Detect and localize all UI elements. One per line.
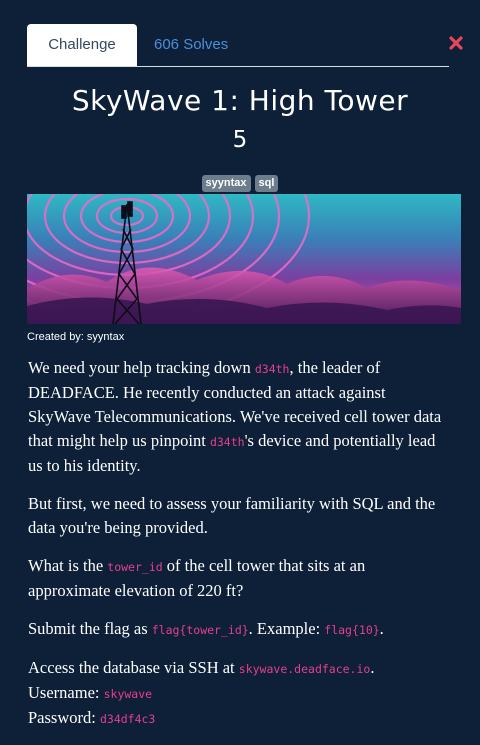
inline-code: flag{tower_id}	[151, 623, 249, 637]
challenge-title: SkyWave 1: High Tower	[71, 84, 409, 117]
inline-code: d34th	[254, 362, 290, 376]
description-paragraph: Access the database via SSH at skywave.d…	[28, 658, 375, 727]
description-paragraph: But first, we need to assess your famili…	[28, 494, 436, 537]
tag-list: syyntax sql	[0, 175, 480, 192]
close-icon[interactable]	[449, 36, 463, 50]
challenge-description: We need your help tracking down d34th, t…	[28, 356, 448, 745]
challenge-points: 5	[232, 127, 248, 153]
description-paragraph: We need your help tracking down d34th, t…	[28, 358, 442, 475]
challenge-banner-image	[27, 194, 461, 324]
description-paragraph: What is the tower_id of the cell tower t…	[28, 556, 366, 600]
description-paragraph: Submit the flag as flag{tower_id}. Examp…	[28, 619, 384, 638]
ssh-host: skywave.deadface.io	[238, 662, 371, 676]
ssh-username: skywave	[103, 687, 153, 701]
inline-code: tower_id	[107, 560, 163, 574]
inline-code: flag{10}	[324, 623, 380, 637]
ssh-password: d34df4c3	[99, 712, 156, 726]
tag-badge: sql	[254, 175, 279, 192]
challenge-modal: Challenge 606 Solves SkyWave 1: High Tow…	[0, 0, 480, 738]
tag-badge: syyntax	[201, 175, 251, 192]
tab-bar: Challenge 606 Solves	[27, 24, 449, 67]
tab-solves[interactable]: 606 Solves	[154, 24, 228, 65]
tab-challenge[interactable]: Challenge	[27, 24, 137, 66]
created-by: Created by: syyntax	[27, 331, 125, 343]
inline-code: d34th	[209, 435, 245, 449]
